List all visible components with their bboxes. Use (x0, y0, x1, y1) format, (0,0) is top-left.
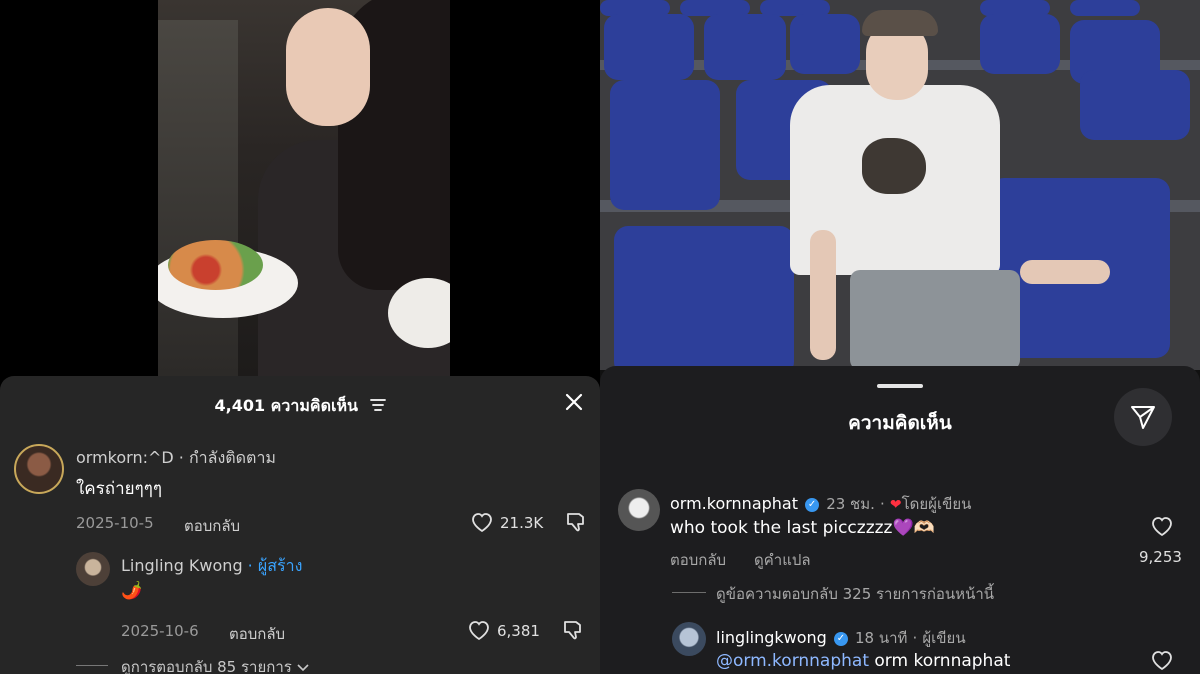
reply-button[interactable]: ตอบกลับ (670, 548, 726, 572)
reply-date: 2025-10-6 (121, 622, 199, 640)
seat (790, 14, 860, 74)
person-arm (1020, 260, 1110, 284)
right-screenshot: ความคิดเห็น orm.kornnaphat ✓ 23 ชม. · ❤โ… (600, 0, 1200, 674)
username[interactable]: Lingling Kwong (121, 556, 243, 575)
post-photo[interactable] (600, 0, 1200, 370)
comment-text: ใครถ่ายๆๆๆ (76, 479, 162, 499)
comment-time: 23 ชม. (826, 495, 875, 513)
follow-status: · กำลังติดตาม (173, 448, 276, 467)
dislike-icon[interactable] (565, 510, 589, 538)
comment-count: 4,401 ความคิดเห็น (214, 396, 358, 415)
author-badge: ผู้เขียน (922, 629, 966, 647)
comment-text: who took the last picczzzz💜🫶🏻 (670, 518, 935, 538)
seat (980, 14, 1060, 74)
separator-dot: · (879, 495, 885, 513)
avatar[interactable] (76, 552, 110, 586)
reply-body: orm kornnaphat (869, 651, 1011, 671)
mention-link[interactable]: @orm.kornnaphat (716, 651, 869, 671)
comments-sheet: 4,401 ความคิดเห็น ormkorn:^D · กำลังติดต… (0, 376, 600, 674)
heart-icon[interactable] (1150, 515, 1174, 541)
comment-date: 2025-10-5 (76, 514, 154, 532)
reply-button[interactable]: ตอบกลับ (184, 514, 240, 538)
video-player[interactable] (158, 0, 450, 376)
reply-author[interactable]: Lingling Kwong · ผู้สร้าง (121, 554, 302, 579)
heart-icon: ❤ (889, 497, 902, 513)
person-jeans (850, 270, 1020, 370)
comments-sheet: ความคิดเห็น orm.kornnaphat ✓ 23 ชม. · ❤โ… (600, 366, 1200, 674)
seat (704, 14, 786, 80)
reply-thread-line (672, 592, 706, 593)
person-cap (862, 10, 938, 36)
view-replies-label[interactable]: ดูการตอบกลับ 85 รายการ (121, 658, 292, 674)
like-count: 21.3K (500, 514, 544, 532)
reply-header: linglingkwong ✓ 18 นาที · ผู้เขียน (716, 626, 966, 650)
shirt-logo (862, 138, 926, 194)
person-arm (810, 230, 836, 360)
person-face (286, 8, 370, 126)
reply-thread-line (76, 665, 108, 666)
share-button[interactable] (1114, 388, 1172, 446)
seat (614, 226, 794, 370)
username[interactable]: orm.kornnaphat (670, 494, 798, 513)
username[interactable]: linglingkwong (716, 628, 827, 647)
heart-icon[interactable] (467, 619, 491, 645)
drag-handle[interactable] (877, 384, 923, 388)
seat (1080, 70, 1190, 140)
avatar[interactable] (672, 622, 706, 656)
close-icon[interactable] (564, 392, 584, 416)
chevron-down-icon (297, 658, 309, 674)
send-icon (1129, 403, 1157, 435)
view-previous-replies[interactable]: ดูข้อความตอบกลับ 325 รายการก่อนหน้านี้ (716, 582, 994, 606)
heart-icon[interactable] (1150, 649, 1174, 674)
liked-by-author: โดยผู้เขียน (901, 495, 972, 513)
seat (610, 80, 720, 210)
like-count: 6,381 (497, 622, 540, 640)
dislike-icon[interactable] (562, 618, 586, 646)
verified-icon: ✓ (805, 497, 820, 512)
heart-icon[interactable] (470, 511, 494, 537)
view-replies-button[interactable]: ดูการตอบกลับ 85 รายการ (121, 655, 309, 674)
reply-text: 🌶️ (121, 581, 143, 601)
background-person (158, 20, 238, 376)
avatar[interactable] (14, 444, 64, 494)
reply-text: @orm.kornnaphat orm kornnaphat (716, 651, 1010, 671)
seat (1070, 0, 1140, 16)
comment-header: orm.kornnaphat ✓ 23 ชม. · ❤โดยผู้เขียน (670, 492, 971, 516)
reply-time: 18 นาที (855, 629, 908, 647)
verified-icon: ✓ (833, 631, 848, 646)
left-screenshot: 4,401 ความคิดเห็น ormkorn:^D · กำลังติดต… (0, 0, 600, 674)
comment-author[interactable]: ormkorn:^D · กำลังติดตาม (76, 446, 276, 471)
food (168, 240, 263, 290)
comments-header: 4,401 ความคิดเห็น (0, 394, 600, 419)
creator-badge: · ผู้สร้าง (242, 556, 303, 575)
username[interactable]: ormkorn:^D (76, 448, 174, 467)
translate-button[interactable]: ดูคำแปล (754, 548, 811, 572)
reply-button[interactable]: ตอบกลับ (229, 622, 285, 646)
filter-icon[interactable] (369, 397, 386, 416)
seat (604, 14, 694, 80)
separator-dot: · (912, 629, 918, 647)
avatar[interactable] (618, 489, 660, 531)
like-count: 9,253 (1139, 548, 1182, 566)
comments-title: ความคิดเห็น (848, 412, 952, 434)
